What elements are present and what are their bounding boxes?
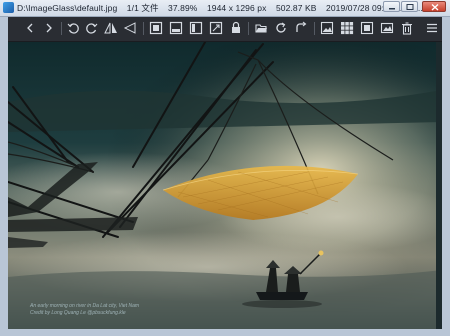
toolbar (8, 17, 442, 42)
app-window: D:\ImageGlass\default.jpg 1/1 文件 37.89% … (0, 0, 450, 336)
photo-caption-line2: Credit by Long Quang Le @pbsuckfung.kle (30, 309, 126, 316)
title-file-path: D:\ImageGlass\default.jpg (17, 3, 118, 13)
auto-zoom-icon[interactable] (148, 20, 164, 36)
flip-horizontal-icon[interactable] (103, 20, 119, 36)
photo-caption: An early morning on river in Da Lat city… (30, 303, 139, 316)
thumbnail-icon[interactable] (339, 20, 355, 36)
arrow-left-icon[interactable] (22, 20, 38, 36)
title-zoom: 37.89% (168, 3, 198, 13)
title-file-size: 502.87 KB (275, 3, 317, 13)
title-dimensions: 1944 x 1296 px (206, 3, 267, 13)
delete-icon[interactable] (399, 20, 415, 36)
close-button[interactable] (422, 1, 446, 12)
photo-river-fishing-nets (8, 42, 442, 329)
goto-image-icon[interactable] (293, 20, 309, 36)
open-file-icon[interactable] (253, 20, 269, 36)
checkerboard-icon[interactable] (319, 20, 335, 36)
scale-to-fit-icon[interactable] (208, 20, 224, 36)
title-bar[interactable]: D:\ImageGlass\default.jpg 1/1 文件 37.89% … (0, 0, 450, 17)
window-title: D:\ImageGlass\default.jpg 1/1 文件 37.89% … (17, 2, 430, 14)
minimize-button[interactable] (383, 1, 400, 12)
imageglass-app-icon (3, 2, 14, 13)
toolbar-separator (248, 22, 249, 35)
lock-zoom-icon[interactable] (228, 20, 244, 36)
rotate-right-icon[interactable] (84, 20, 100, 36)
fullscreen-icon[interactable] (359, 20, 375, 36)
scale-height-icon[interactable] (188, 20, 204, 36)
scale-width-icon[interactable] (168, 20, 184, 36)
main-menu-icon[interactable] (424, 20, 440, 36)
flip-vertical-icon[interactable] (122, 20, 138, 36)
toolbar-separator (143, 22, 144, 35)
arrow-right-icon[interactable] (41, 20, 57, 36)
maximize-button[interactable] (401, 1, 418, 12)
refresh-icon[interactable] (273, 20, 289, 36)
image-viewer[interactable]: An early morning on river in Da Lat city… (8, 42, 442, 329)
title-file-count: 1/1 文件 (126, 3, 159, 13)
vertical-scrollbar[interactable] (436, 42, 442, 329)
rotate-left-icon[interactable] (65, 20, 81, 36)
frameless-icon[interactable] (379, 20, 395, 36)
photo-caption-line1: An early morning on river in Da Lat city… (30, 303, 140, 309)
toolbar-separator (61, 22, 62, 35)
toolbar-separator (314, 22, 315, 35)
